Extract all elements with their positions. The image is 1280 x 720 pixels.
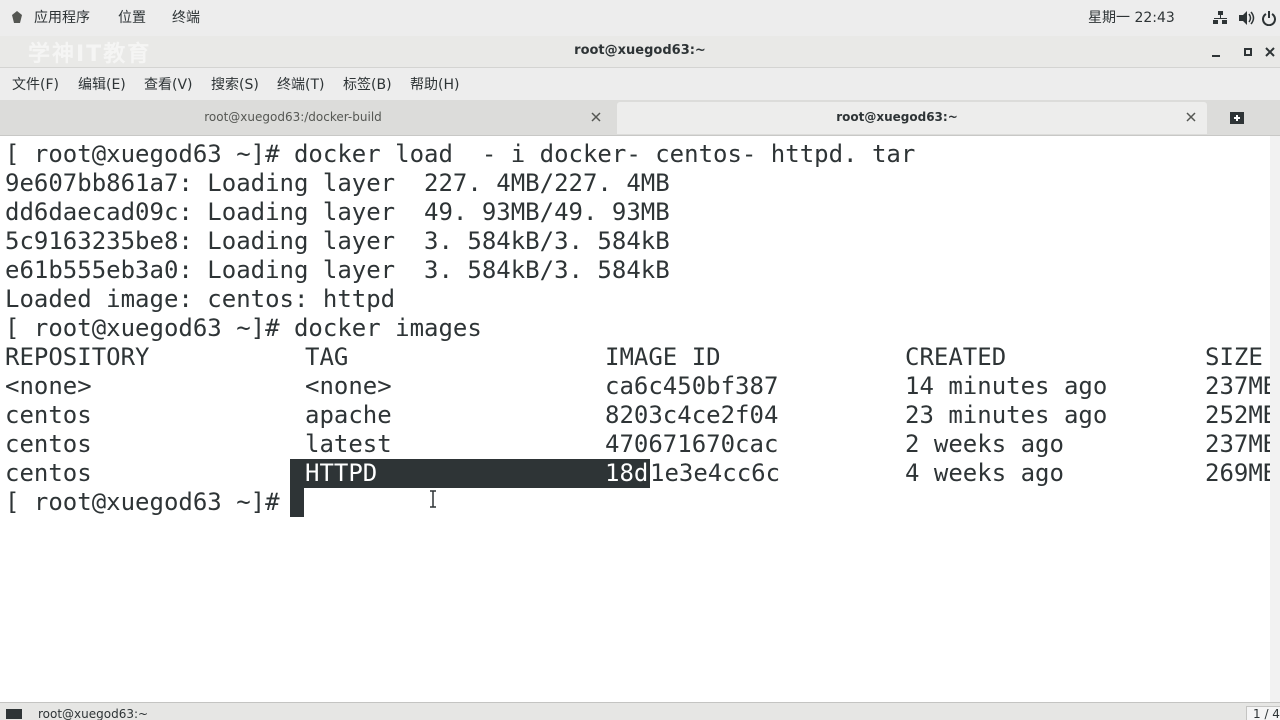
- clock[interactable]: 星期一 22:43: [1088, 8, 1175, 28]
- terminal-line: 5c9163235be8: Loading layer 3. 584kB/3. …: [5, 227, 670, 255]
- new-tab-icon[interactable]: [1228, 110, 1246, 126]
- menu-edit[interactable]: 编辑(E): [78, 75, 126, 95]
- cell-image-id-selected-part: 18d: [605, 459, 649, 487]
- cell-created: 4 weeks ago: [905, 459, 1064, 487]
- terminal-line: e61b555eb3a0: Loading layer 3. 584kB/3. …: [5, 256, 670, 284]
- ibeam-cursor-icon: [430, 490, 436, 508]
- cell-created: 23 minutes ago: [905, 401, 1108, 429]
- terminal-line: [ root@xuegod63 ~]# docker images: [5, 314, 482, 342]
- network-wired-icon[interactable]: [1212, 10, 1228, 26]
- cell-tag: latest: [305, 430, 392, 458]
- tab-home[interactable]: root@xuegod63:~: [617, 102, 1207, 134]
- column-header-image-id: IMAGE ID: [605, 343, 721, 371]
- cell-image-id: 8203c4ce2f04: [605, 401, 779, 429]
- volume-icon[interactable]: [1238, 10, 1256, 26]
- top-panel: 应用程序 位置 终端 星期一 22:43: [0, 0, 1280, 36]
- terminal-icon: [6, 709, 22, 719]
- close-icon[interactable]: [590, 111, 602, 123]
- close-button[interactable]: [1262, 44, 1278, 60]
- power-icon[interactable]: [1262, 10, 1276, 26]
- bottom-taskbar: root@xuegod63:~ 1 / 4: [0, 702, 1280, 720]
- terminal-line: [ root@xuegod63 ~]# docker load - i dock…: [5, 140, 916, 168]
- menu-file[interactable]: 文件(F): [12, 75, 59, 95]
- cell-size: 237MB: [1205, 430, 1278, 458]
- tab-docker-build[interactable]: root@xuegod63:/docker-build: [4, 102, 612, 134]
- cell-repository: centos: [5, 401, 92, 429]
- column-header-created: CREATED: [905, 343, 1007, 371]
- cell-size: 269MB: [1205, 459, 1278, 487]
- close-icon[interactable]: [1185, 111, 1197, 123]
- menu-tabs[interactable]: 标签(B): [343, 75, 392, 95]
- cell-repository: centos: [5, 430, 92, 458]
- taskbar-window-button[interactable]: root@xuegod63:~: [38, 707, 148, 720]
- terminal-line: 9e607bb861a7: Loading layer 227. 4MB/227…: [5, 169, 670, 197]
- terminal-output[interactable]: [ root@xuegod63 ~]# docker load - i dock…: [0, 136, 1280, 702]
- cell-image-id: 470671670cac: [605, 430, 779, 458]
- column-header-repository: REPOSITORY: [5, 343, 150, 371]
- workspace-switcher[interactable]: 1 / 4: [1246, 706, 1280, 720]
- places-menu[interactable]: 位置: [118, 8, 146, 28]
- menu-search[interactable]: 搜索(S): [211, 75, 259, 95]
- cell-tag: apache: [305, 401, 392, 429]
- menu-bar: 文件(F) 编辑(E) 查看(V) 搜索(S) 终端(T) 标签(B) 帮助(H…: [0, 68, 1280, 100]
- window-titlebar[interactable]: 学神IT教育 root@xuegod63:~: [0, 36, 1280, 68]
- cell-image-id: ca6c450bf387: [605, 372, 779, 400]
- menu-help[interactable]: 帮助(H): [410, 75, 459, 95]
- maximize-button[interactable]: [1240, 44, 1256, 60]
- menu-terminal[interactable]: 终端(T): [277, 75, 324, 95]
- applications-icon[interactable]: [10, 10, 24, 24]
- cell-repository: centos: [5, 459, 92, 487]
- cell-tag: <none>: [305, 372, 392, 400]
- column-header-size: SIZE: [1205, 343, 1263, 371]
- terminal-scrollbar[interactable]: [1270, 136, 1280, 702]
- cell-size: 237MB: [1205, 372, 1278, 400]
- terminal-app-menu[interactable]: 终端: [172, 8, 200, 28]
- tab-label: root@xuegod63:~: [836, 110, 958, 124]
- cell-created: 14 minutes ago: [905, 372, 1108, 400]
- column-header-tag: TAG: [305, 343, 349, 371]
- text-cursor: [290, 488, 304, 517]
- shell-prompt: [ root@xuegod63 ~]#: [5, 488, 294, 516]
- applications-menu[interactable]: 应用程序: [34, 8, 90, 28]
- tab-label: root@xuegod63:/docker-build: [204, 110, 382, 124]
- terminal-line: Loaded image: centos: httpd: [5, 285, 396, 313]
- terminal-line: dd6daecad09c: Loading layer 49. 93MB/49.…: [5, 198, 670, 226]
- cell-tag-selected: HTTPD: [305, 459, 378, 487]
- window-title: root@xuegod63:~: [574, 43, 706, 58]
- cell-created: 2 weeks ago: [905, 430, 1064, 458]
- tab-bar: root@xuegod63:/docker-build root@xuegod6…: [0, 100, 1280, 136]
- cell-size: 252MB: [1205, 401, 1278, 429]
- cell-image-id-rest: 1e3e4cc6c: [650, 459, 781, 487]
- minimize-button[interactable]: [1208, 44, 1224, 60]
- menu-view[interactable]: 查看(V): [144, 75, 193, 95]
- cell-repository: <none>: [5, 372, 92, 400]
